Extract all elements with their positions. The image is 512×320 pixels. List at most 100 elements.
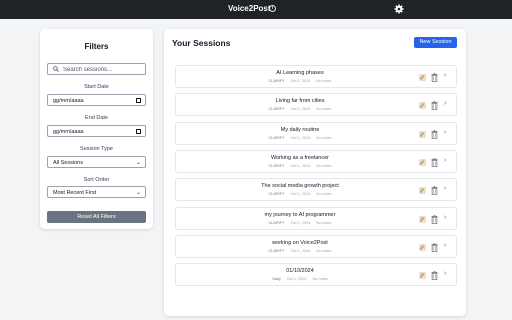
trash-icon[interactable]	[431, 186, 438, 195]
session-date: Oct 1, 2024	[290, 136, 311, 140]
edit-icon[interactable]	[419, 272, 426, 279]
session-user: CLARIFY	[268, 136, 285, 140]
session-date: Oct 1, 2024	[290, 221, 311, 225]
trash-icon[interactable]	[431, 158, 438, 167]
end-date-label: End Date	[85, 115, 108, 121]
trash-icon[interactable]	[431, 271, 438, 280]
search-box[interactable]	[47, 63, 146, 75]
end-date-value: gg/mm/aaaa	[53, 129, 84, 135]
session-date: Oct 1, 2024	[290, 79, 311, 83]
calendar-icon[interactable]	[136, 129, 141, 134]
chevron-right-icon[interactable]: ›	[444, 72, 446, 79]
session-notes: No notes	[316, 164, 332, 168]
app-title: Voice2Post	[228, 4, 271, 13]
end-date-field[interactable]: gg/mm/aaaa	[47, 125, 146, 137]
session-title: Living far from cities	[275, 98, 325, 104]
chevron-right-icon[interactable]: ›	[444, 129, 446, 136]
chevron-down-icon: ⌄	[135, 190, 141, 196]
session-meta: CLARIFY Oct 1, 2024 No notes	[176, 136, 424, 140]
session-item[interactable]: The social media growth project CLARIFY Oc…	[175, 178, 457, 201]
filters-panel: Filters Start Date gg/mm/aaaa End Date g…	[40, 29, 153, 229]
edit-icon[interactable]	[419, 102, 426, 109]
session-user: CLARIFY	[268, 164, 285, 168]
start-date-value: gg/mm/aaaa	[53, 98, 84, 104]
session-type-label: Session Type	[80, 146, 113, 152]
chevron-right-icon[interactable]: ›	[444, 270, 446, 277]
session-meta: CLARIFY Oct 1, 2024 No notes	[176, 164, 424, 168]
edit-icon[interactable]	[419, 159, 426, 166]
session-notes: No notes	[316, 192, 332, 196]
session-date: Oct 1, 2024	[286, 277, 307, 281]
session-meta: CLARIFY Oct 1, 2024 No notes	[176, 79, 424, 83]
session-title: 01/10/2024	[286, 268, 314, 274]
session-item[interactable]: Living far from cities CLARIFY Oct 1, 2024…	[175, 93, 457, 116]
session-notes: No notes	[316, 107, 332, 111]
session-notes: No notes	[316, 221, 332, 225]
session-item[interactable]: my journey to AI programmer CLARIFY Oct 1,…	[175, 207, 457, 230]
session-notes: No notes	[316, 136, 332, 140]
session-date: Oct 1, 2024	[290, 107, 311, 111]
session-meta: CLARIFY Oct 1, 2024 No notes	[176, 249, 424, 253]
edit-icon[interactable]	[419, 216, 426, 223]
search-icon	[53, 66, 59, 72]
edit-icon[interactable]	[419, 131, 426, 138]
trash-icon[interactable]	[431, 73, 438, 82]
session-item[interactable]: AI Learning phases CLARIFY Oct 1, 2024 No n…	[175, 65, 457, 88]
session-title: Working as a freelancer	[271, 155, 329, 161]
sessions-panel: Your Sessions New Session AI Learning ph…	[164, 29, 466, 316]
session-meta: Daily Oct 1, 2024 No notes	[176, 277, 424, 281]
gear-icon[interactable]	[394, 4, 404, 14]
session-user: CLARIFY	[268, 221, 285, 225]
chevron-right-icon[interactable]: ›	[444, 214, 446, 221]
session-item[interactable]: working on Voice2Post CLARIFY Oct 1, 2024 N…	[175, 235, 457, 258]
session-notes: No notes	[312, 277, 328, 281]
session-user: Daily	[272, 277, 281, 281]
calendar-icon[interactable]	[136, 98, 141, 103]
start-date-label: Start Date	[84, 84, 109, 90]
session-date: Oct 1, 2024	[290, 192, 311, 196]
trash-icon[interactable]	[431, 215, 438, 224]
new-session-button[interactable]: New Session	[414, 37, 457, 48]
page-title: Your Sessions	[172, 38, 231, 48]
session-notes: No notes	[316, 249, 332, 253]
trash-icon[interactable]	[431, 101, 438, 110]
start-date-field[interactable]: gg/mm/aaaa	[47, 94, 146, 106]
sort-order-select[interactable]: Most Recent First ⌄	[47, 186, 146, 198]
session-title: My daily routine	[280, 127, 320, 133]
session-title: The social media growth project	[261, 183, 339, 189]
session-date: Oct 1, 2024	[290, 164, 311, 168]
session-date: Oct 1, 2024	[290, 249, 311, 253]
edit-icon[interactable]	[419, 187, 426, 194]
filters-title: Filters	[84, 42, 109, 51]
search-input[interactable]	[63, 65, 143, 74]
info-icon[interactable]: i	[269, 5, 276, 12]
top-bar: Voice2Post i	[0, 0, 512, 19]
session-meta: CLARIFY Oct 1, 2024 No notes	[176, 221, 424, 225]
session-type-value: All Sessions	[53, 160, 83, 166]
session-title: AI Learning phases	[276, 70, 324, 76]
session-meta: CLARIFY Oct 1, 2024 No notes	[176, 192, 424, 196]
chevron-right-icon[interactable]: ›	[444, 157, 446, 164]
edit-icon[interactable]	[419, 74, 426, 81]
session-user: CLARIFY	[268, 79, 285, 83]
session-notes: No notes	[316, 79, 332, 83]
session-type-select[interactable]: All Sessions ⌄	[47, 156, 146, 168]
session-title: my journey to AI programmer	[264, 212, 336, 218]
sort-order-label: Sort Order	[83, 177, 110, 183]
edit-icon[interactable]	[419, 244, 426, 251]
session-item[interactable]: Working as a freelancer CLARIFY Oct 1, 202…	[175, 150, 457, 173]
session-user: CLARIFY	[268, 249, 285, 253]
session-user: CLARIFY	[268, 192, 285, 196]
chevron-right-icon[interactable]: ›	[444, 100, 446, 107]
session-item[interactable]: My daily routine CLARIFY Oct 1, 2024 No not…	[175, 122, 457, 145]
session-meta: CLARIFY Oct 1, 2024 No notes	[176, 107, 424, 111]
trash-icon[interactable]	[431, 243, 438, 252]
session-item[interactable]: 01/10/2024 Daily Oct 1, 2024 No notes ›	[175, 263, 457, 286]
reset-filters-button[interactable]: Reset All Filters	[47, 211, 146, 223]
trash-icon[interactable]	[431, 130, 438, 139]
session-title: working on Voice2Post	[272, 240, 328, 246]
session-user: CLARIFY	[268, 107, 285, 111]
chevron-right-icon[interactable]: ›	[444, 185, 446, 192]
chevron-right-icon[interactable]: ›	[444, 242, 446, 249]
sort-order-value: Most Recent First	[53, 190, 97, 196]
